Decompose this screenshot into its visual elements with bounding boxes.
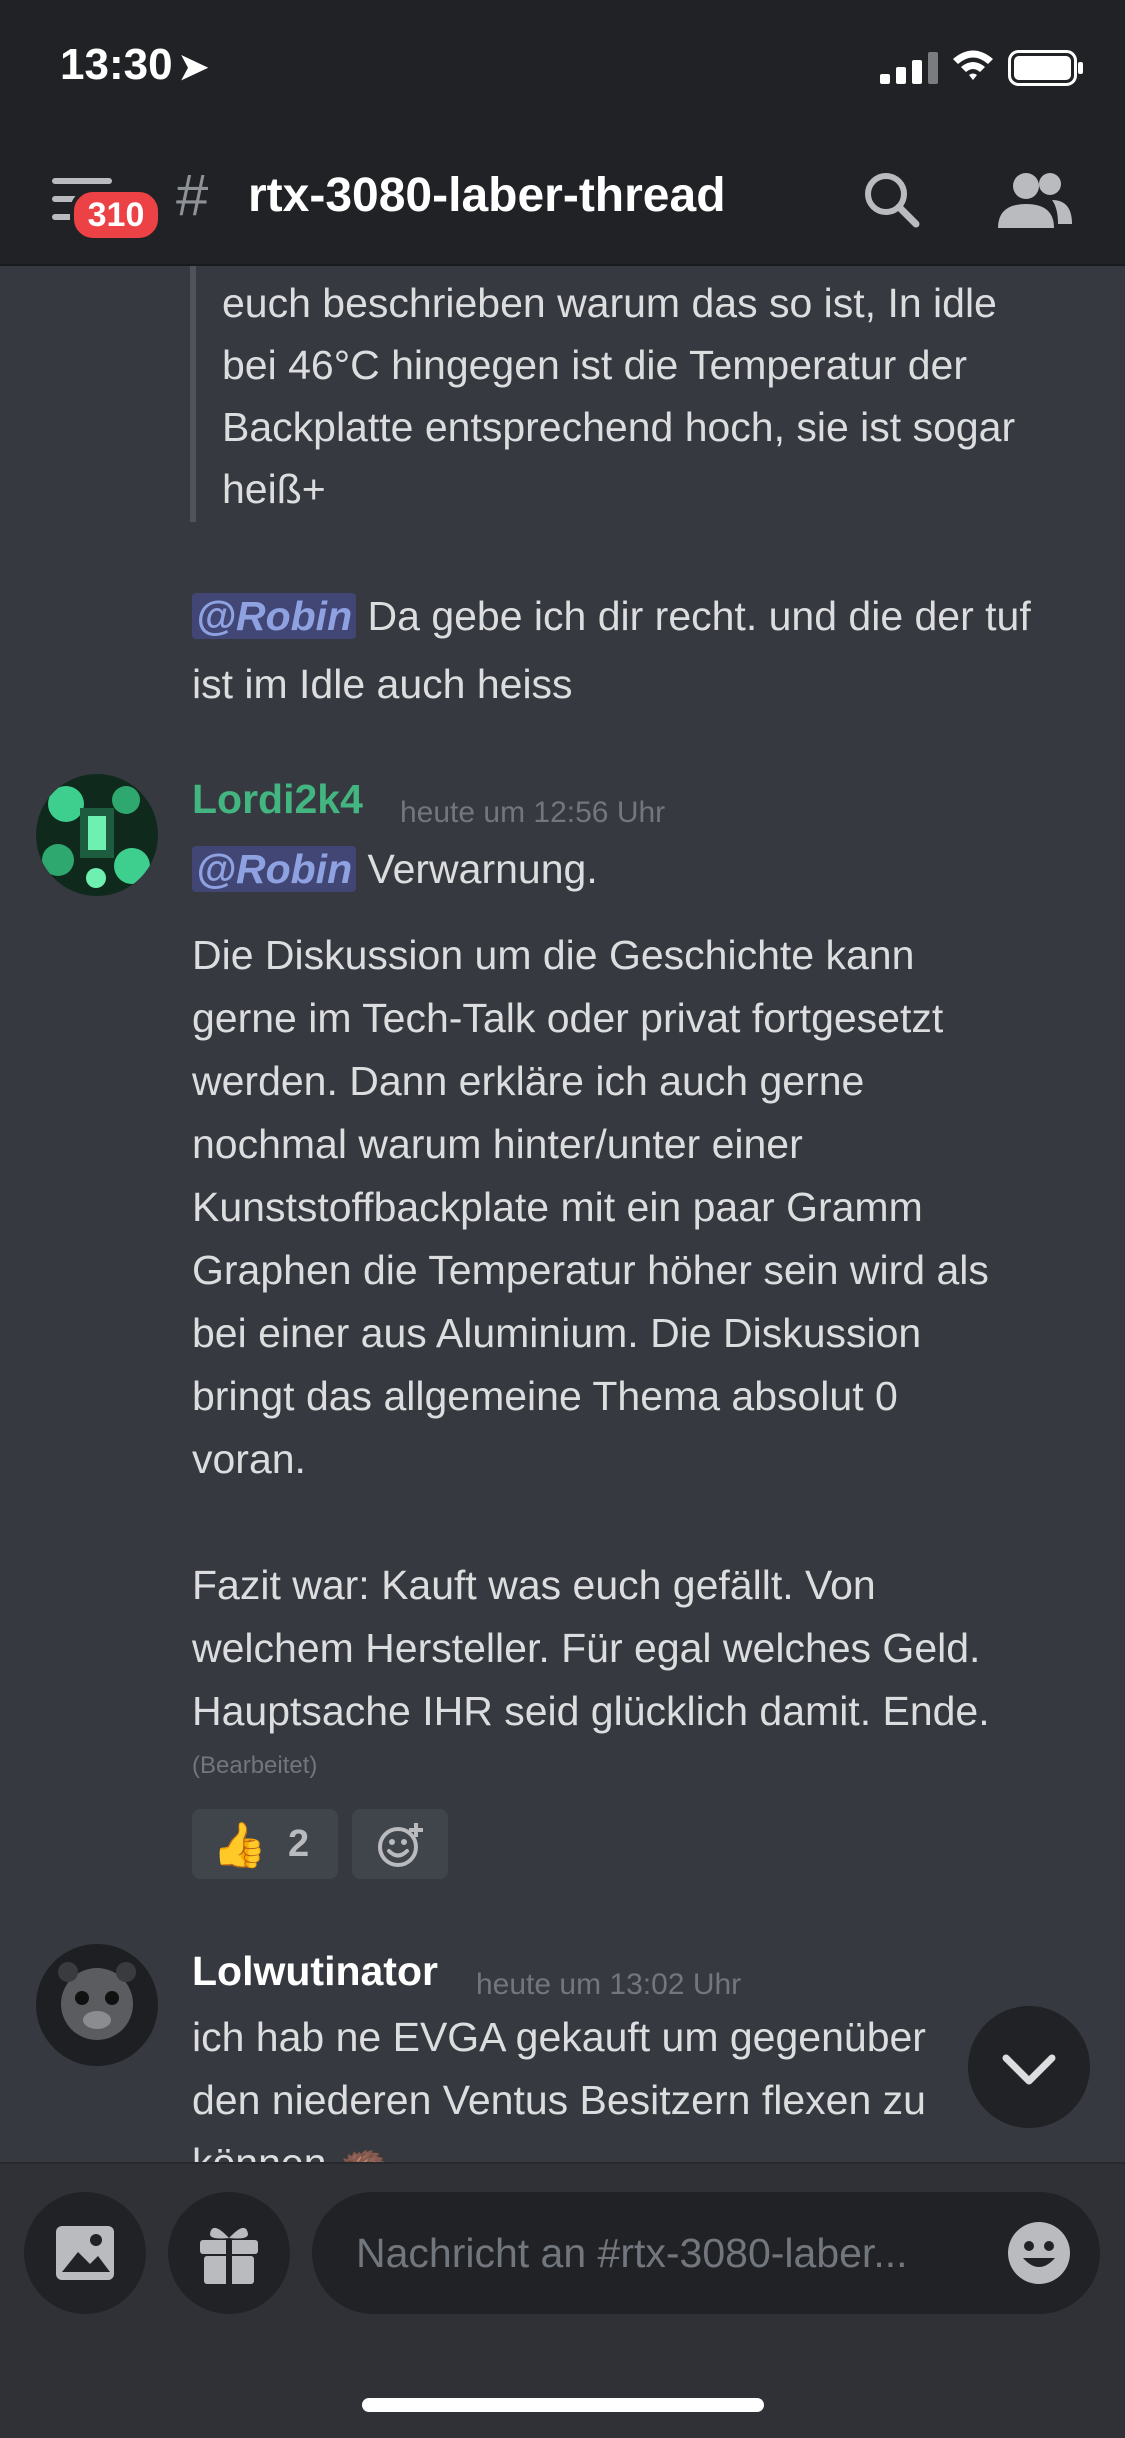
quote-line: heiß+ [222, 466, 326, 512]
username[interactable]: Lordi2k4 [192, 776, 363, 823]
channel-title[interactable]: rtx-3080-laber-thread [248, 168, 726, 223]
jump-to-bottom-button[interactable] [968, 2006, 1090, 2128]
clock: 13:30 [60, 40, 173, 89]
message-input[interactable]: Nachricht an #rtx-3080-laber... [312, 2192, 1100, 2314]
quote-line: Backplatte entsprechend hoch, sie ist so… [222, 404, 1016, 450]
message-mention-line: @Robin Verwarnung. [192, 838, 1092, 901]
message-line [192, 1491, 1092, 1554]
message-text: ist im Idle auch heiss [192, 661, 573, 707]
message-line: bei einer aus Aluminium. Die Diskussion [192, 1310, 922, 1356]
message-line: können 🦔 [192, 2132, 1092, 2162]
avatar-image [36, 1944, 158, 2066]
message-text: Verwarnung. [356, 846, 598, 892]
status-bar: 13:30 ➤ [0, 0, 1125, 138]
message-line: voran. [192, 1436, 306, 1482]
location-icon: ➤ [178, 46, 209, 87]
timestamp: heute um 13:02 Uhr [476, 1968, 742, 2001]
reaction-count: 2 [288, 1823, 310, 1865]
message-line: Hauptsache IHR seid glücklich damit. End… [192, 1688, 990, 1734]
message-line: Kunststoffbackplate mit ein paar Gramm [192, 1184, 923, 1230]
message-composer: Nachricht an #rtx-3080-laber... [0, 2162, 1125, 2438]
user-mention[interactable]: @Robin [192, 846, 357, 892]
search-icon[interactable] [862, 170, 920, 228]
message-line: gerne im Tech-Talk oder privat fortgeset… [192, 995, 944, 1041]
chevron-down-icon [1002, 2054, 1056, 2085]
gift-button[interactable] [168, 2192, 290, 2314]
reaction-thumbs-up[interactable]: 👍 2 [192, 1809, 338, 1879]
user-mention[interactable]: @Robin [192, 593, 357, 639]
message-line: Fazit war: Kauft was euch gefällt. Von [192, 1562, 876, 1608]
username[interactable]: Lolwutinator [192, 1948, 438, 1995]
message-feed[interactable]: euch beschrieben warum das so ist, In id… [0, 266, 1125, 2162]
quote-line: bei 46°C hingegen ist die Temperatur der [222, 342, 967, 388]
message-input-placeholder: Nachricht an #rtx-3080-laber... [356, 2230, 908, 2276]
battery-icon [1008, 50, 1083, 86]
message-line: Die Diskussion um die Geschichte kann [192, 932, 915, 978]
edited-label: (Bearbeitet) [192, 1752, 318, 1779]
message-text: Da gebe ich dir recht. und die der tuf [356, 593, 1031, 639]
message-line: bringt das allgemeine Thema absolut 0 [192, 1373, 898, 1419]
unread-badge: 310 [70, 188, 162, 242]
add-reaction-button[interactable] [352, 1809, 448, 1879]
add-reaction-icon [378, 1823, 423, 1867]
status-time: 13:30 ➤ [60, 40, 209, 90]
avatar[interactable] [36, 1944, 158, 2066]
message-body: ich hab ne EVGA gekauft um gegenüber den… [192, 2006, 1092, 2162]
wifi-icon [953, 50, 993, 80]
message-body: Die Diskussion um die Geschichte kann ge… [192, 924, 1092, 1743]
attach-image-button[interactable] [24, 2192, 146, 2314]
message-line: den niederen Ventus Besitzern flexen zu [192, 2077, 926, 2123]
home-indicator [362, 2398, 764, 2412]
emoji-icon[interactable] [1006, 2220, 1072, 2286]
thumbs-up-icon: 👍 [212, 1821, 267, 1870]
avatar-image [36, 774, 158, 896]
channel-header: 310 # rtx-3080-laber-thread [0, 138, 1125, 266]
reply-message: @Robin Da gebe ich dir recht. und die de… [192, 582, 1092, 718]
quoted-text: euch beschrieben warum das so ist, In id… [222, 272, 1102, 520]
message-line: werden. Dann erkläre ich auch gerne [192, 1058, 865, 1104]
cellular-signal-icon [880, 52, 938, 84]
members-icon[interactable] [996, 170, 1072, 230]
message-line: nochmal warum hinter/unter einer [192, 1121, 803, 1167]
image-icon [56, 2226, 114, 2280]
quote-line: euch beschrieben warum das so ist, In id… [222, 280, 997, 326]
avatar[interactable] [36, 774, 158, 896]
message-line: Graphen die Temperatur höher sein wird a… [192, 1247, 989, 1293]
gift-icon [200, 2227, 258, 2284]
message-line: ich hab ne EVGA gekauft um gegenüber [192, 2014, 926, 2060]
message-line: welchem Hersteller. Für egal welches Gel… [192, 1625, 981, 1671]
channel-hash-icon: # [176, 163, 209, 228]
timestamp: heute um 12:56 Uhr [400, 796, 666, 829]
